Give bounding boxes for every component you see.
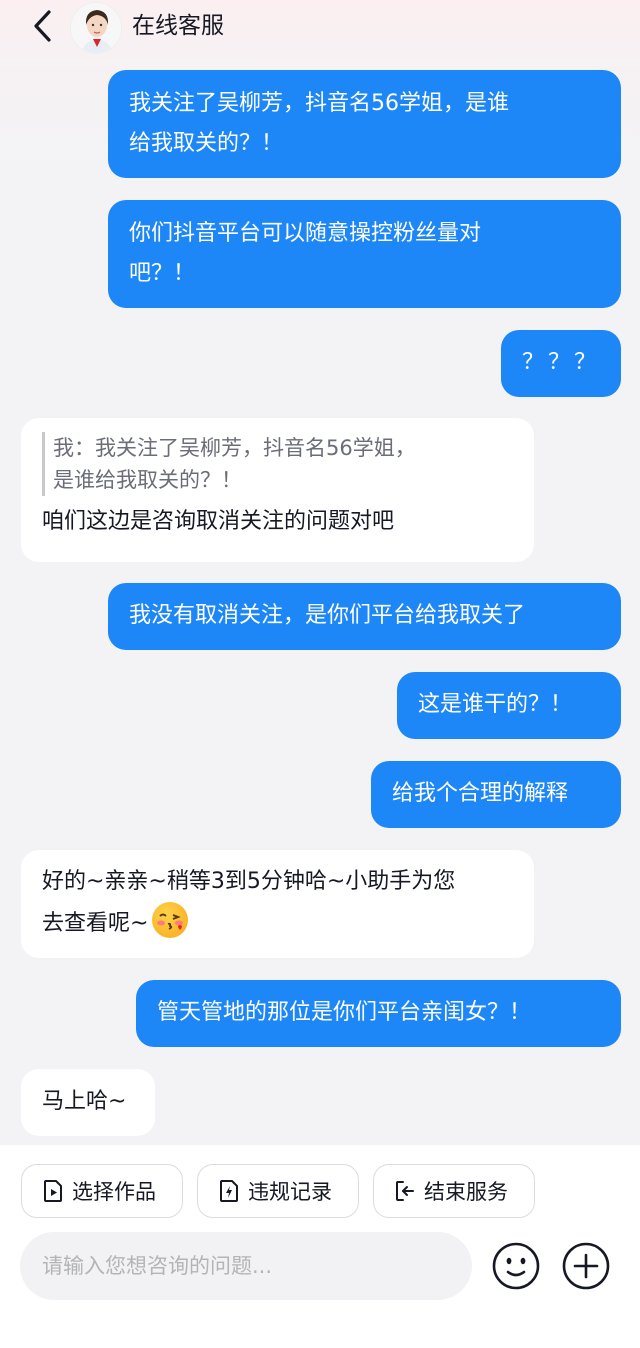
- end-service-label: 结束服务: [424, 1180, 508, 1204]
- chat-screen: 在线客服 我关注了吴柳芳，抖音名56学姐，是谁 给我取关的？！ 你们抖音平台可以…: [0, 0, 640, 1348]
- quoted-text: 我：我关注了吴柳芳，抖音名56学姐， 是谁给我取关的？！: [53, 436, 416, 492]
- violation-record-icon: [220, 1180, 238, 1202]
- message-text: 给我个合理的解释: [392, 781, 569, 806]
- add-button[interactable]: [561, 1241, 611, 1291]
- message-incoming[interactable]: 我：我关注了吴柳芳，抖音名56学姐， 是谁给我取关的？！ 咱们这边是咨询取消关注…: [21, 418, 534, 562]
- blushing-kiss-emoji: [152, 902, 189, 938]
- message-outgoing[interactable]: 你们抖音平台可以随意操控粉丝量对 吧？！: [108, 200, 621, 308]
- message-outgoing[interactable]: 我关注了吴柳芳，抖音名56学姐，是谁 给我取关的？！: [108, 70, 621, 178]
- message-text: 好的~亲亲~稍等3到5分钟哈~小助手为您 去查看呢~: [42, 869, 456, 936]
- message-outgoing[interactable]: ？？？: [501, 330, 621, 397]
- violation-record-label: 违规记录: [248, 1180, 332, 1204]
- exit-service-icon: [396, 1181, 414, 1201]
- back-button[interactable]: [24, 8, 60, 44]
- bottom-panel: 选择作品 违规记录 结束服务: [0, 1145, 640, 1348]
- message-outgoing[interactable]: 管天管地的那位是你们平台亲闺女？！: [136, 980, 621, 1047]
- message-text: 管天管地的那位是你们平台亲闺女？！: [157, 1000, 532, 1025]
- emoji-button[interactable]: [491, 1241, 541, 1291]
- message-text: 我关注了吴柳芳，抖音名56学姐，是谁 给我取关的？！: [129, 91, 509, 156]
- end-service-button[interactable]: 结束服务: [373, 1164, 535, 1218]
- message-text: 我没有取消关注，是你们平台给我取关了: [129, 603, 526, 628]
- chat-title: 在线客服: [132, 13, 224, 39]
- message-outgoing[interactable]: 给我个合理的解释: [371, 761, 621, 828]
- message-text: 这是谁干的？！: [418, 692, 573, 717]
- message-text: 咱们这边是咨询取消关注的问题对吧: [42, 509, 395, 534]
- agent-avatar-image: [71, 3, 121, 53]
- message-input[interactable]: [20, 1232, 472, 1300]
- select-video-icon: [44, 1180, 62, 1202]
- emoji-icon: [492, 1242, 540, 1290]
- select-works-button[interactable]: 选择作品: [21, 1164, 183, 1218]
- message-incoming[interactable]: 好的~亲亲~稍等3到5分钟哈~小助手为您 去查看呢~: [21, 850, 534, 958]
- chevron-left-icon: [34, 10, 51, 42]
- plus-circle-icon: [562, 1242, 610, 1290]
- message-text: ？？？: [522, 350, 601, 375]
- message-text: 你们抖音平台可以随意操控粉丝量对 吧？！: [129, 221, 482, 286]
- message-incoming[interactable]: 马上哈~: [21, 1069, 155, 1136]
- message-outgoing[interactable]: 这是谁干的？！: [397, 672, 621, 739]
- agent-avatar[interactable]: [70, 2, 122, 54]
- quoted-message: 我：我关注了吴柳芳，抖音名56学姐， 是谁给我取关的？！: [42, 432, 513, 496]
- message-outgoing[interactable]: 我没有取消关注，是你们平台给我取关了: [108, 583, 621, 650]
- violation-record-button[interactable]: 违规记录: [197, 1164, 359, 1218]
- select-works-label: 选择作品: [72, 1180, 156, 1204]
- message-text: 马上哈~: [42, 1089, 127, 1114]
- chat-header: 在线客服: [0, 0, 640, 56]
